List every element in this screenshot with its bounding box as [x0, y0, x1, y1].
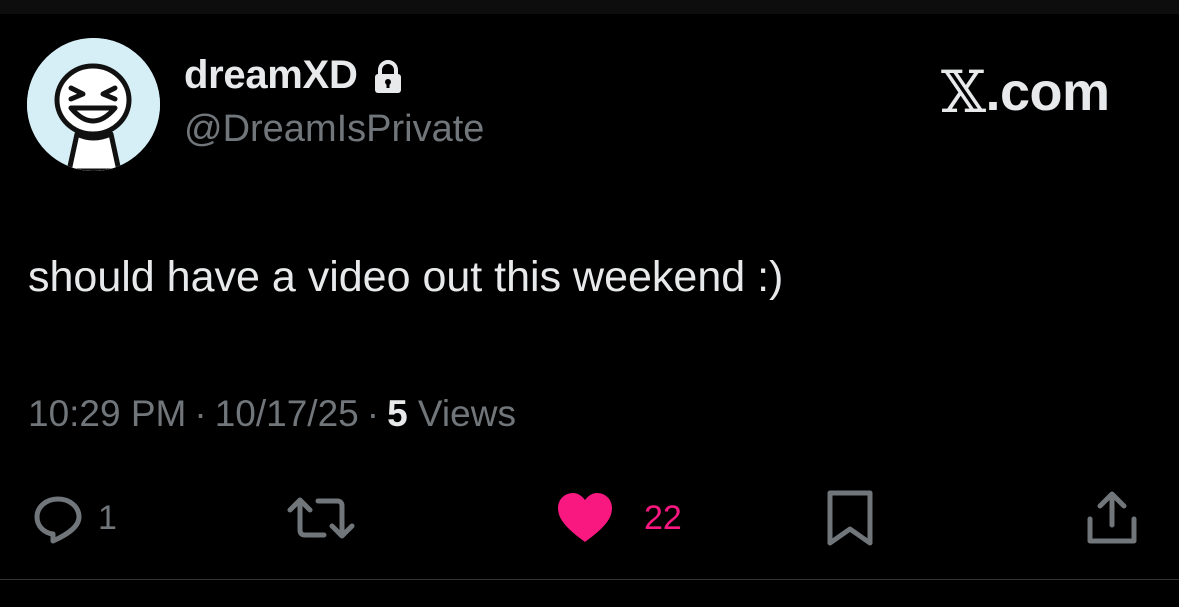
views-count: 5: [387, 393, 408, 434]
post-text: should have a video out this weekend :): [28, 253, 784, 301]
author-display-name[interactable]: dreamXD: [184, 53, 358, 98]
brand-logo: 𝕏 .com: [941, 58, 1110, 126]
reply-button[interactable]: 1: [30, 488, 117, 548]
post-date[interactable]: 10/17/25: [215, 393, 359, 434]
meta-separator: ·: [366, 393, 380, 434]
heart-icon: [556, 490, 614, 546]
bookmark-button[interactable]: [826, 488, 874, 548]
share-icon: [1084, 489, 1140, 547]
lock-icon: [372, 59, 404, 93]
share-button[interactable]: [1084, 488, 1140, 548]
retweet-button[interactable]: [286, 488, 368, 548]
like-count: 22: [644, 498, 682, 537]
top-strip: [0, 0, 1179, 14]
avatar[interactable]: [27, 38, 160, 171]
bookmark-icon: [826, 489, 874, 547]
bottom-divider: [0, 579, 1179, 580]
post-meta: 10:29 PM · 10/17/25 · 5 Views: [28, 393, 516, 435]
author-handle[interactable]: @DreamIsPrivate: [184, 108, 484, 151]
reply-icon: [30, 490, 86, 546]
views-label: Views: [417, 393, 516, 434]
like-button[interactable]: 22: [556, 488, 682, 548]
x-logo-icon: 𝕏: [941, 58, 986, 126]
meta-separator: ·: [194, 393, 207, 434]
post-time[interactable]: 10:29 PM: [28, 393, 186, 434]
avatar-drawing: [27, 38, 160, 171]
author-name-row[interactable]: dreamXD: [184, 53, 404, 98]
brand-label: .com: [985, 62, 1111, 122]
retweet-icon: [286, 490, 356, 546]
reply-count: 1: [98, 498, 117, 537]
